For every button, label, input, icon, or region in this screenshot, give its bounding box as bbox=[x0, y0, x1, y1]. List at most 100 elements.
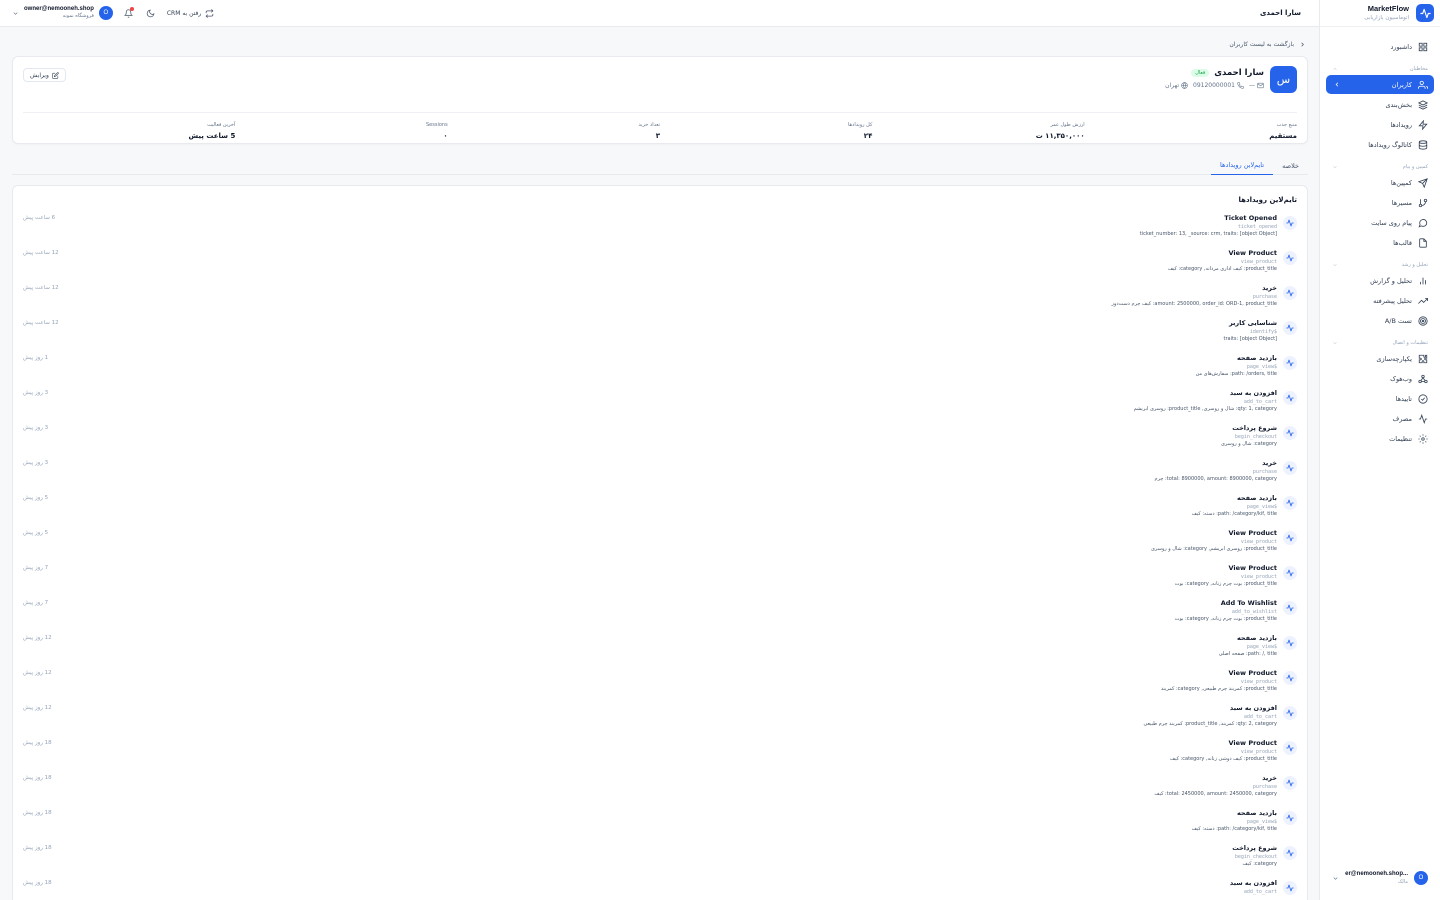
timeline-event[interactable]: خرید purchase amount: 2500000, order_id:… bbox=[23, 284, 1297, 320]
sidebar-item-onsite[interactable]: پیام روی سایت bbox=[1326, 213, 1434, 232]
sidebar-item-campaigns[interactable]: کمپین‌ها bbox=[1326, 173, 1434, 192]
stat-label: ارزش طول عمر bbox=[1050, 122, 1085, 128]
timeline-event[interactable]: بازدید صفحه $page_view path: /category/k… bbox=[23, 809, 1297, 845]
nav-section-settings[interactable]: تنظیمات و اتصال bbox=[1320, 331, 1440, 349]
sidebar-item-integrations[interactable]: یکپارچه‌سازی bbox=[1326, 349, 1434, 368]
event-properties: path: /, title: صفحه اصلی bbox=[1218, 650, 1277, 657]
sidebar-item-label: قالب‌ها bbox=[1393, 238, 1412, 247]
database-icon bbox=[1418, 139, 1428, 150]
timeline-event[interactable]: Add To Wishlist add_to_wishlist product_… bbox=[23, 599, 1297, 635]
activity-icon bbox=[1283, 216, 1297, 230]
timeline-event[interactable]: افزودن به سبد add_to_cart 18 روز پیش bbox=[23, 879, 1297, 900]
chevron-down-icon bbox=[1333, 166, 1337, 169]
sidebar-item-approvals[interactable]: تاییدها bbox=[1326, 389, 1434, 408]
crm-link-label: رفتن به CRM bbox=[166, 9, 202, 17]
timeline-event[interactable]: View Product view_product product_title:… bbox=[23, 739, 1297, 775]
sidebar-item-templates[interactable]: قالب‌ها bbox=[1326, 233, 1434, 252]
event-properties: path: /orders, title: سفارش‌های من bbox=[1195, 370, 1277, 377]
sidebar-user-email: ...er@nemooneh.shop bbox=[1345, 870, 1408, 877]
activity-icon bbox=[1283, 426, 1297, 440]
activity-icon bbox=[1283, 356, 1297, 370]
timeline-event[interactable]: View Product view_product product_title:… bbox=[23, 669, 1297, 705]
sidebar-item-reports[interactable]: تحلیل و گزارش bbox=[1326, 271, 1434, 290]
sidebar-item-advanced[interactable]: تحلیل پیشرفته bbox=[1326, 291, 1434, 310]
nav-section-audience[interactable]: مخاطبان bbox=[1320, 57, 1440, 75]
sidebar-item-dashboard[interactable]: داشبورد bbox=[1326, 37, 1434, 56]
timeline-list: Ticket Opened ticket_opened ticket_numbe… bbox=[23, 214, 1297, 900]
timeline-event[interactable]: افزودن به سبد add_to_cart qty: 1, catego… bbox=[23, 389, 1297, 425]
sidebar-item-event-catalog[interactable]: کاتالوگ رویدادها bbox=[1326, 135, 1434, 154]
event-properties: product_title: کیف اداری مردانه, categor… bbox=[1167, 265, 1277, 272]
event-code: view_product bbox=[1240, 573, 1277, 580]
event-name: شروع پرداخت bbox=[1232, 424, 1277, 432]
chevron-down-icon bbox=[1333, 876, 1338, 880]
chevron-down-icon bbox=[1333, 264, 1337, 267]
event-time: 7 روز پیش bbox=[23, 600, 49, 606]
stat-value: مستقیم bbox=[1269, 131, 1297, 140]
event-properties: category: شال و روسری bbox=[1220, 440, 1277, 447]
event-time: 1 روز پیش bbox=[23, 355, 49, 361]
page-title: سارا احمدی bbox=[1260, 9, 1301, 17]
tab-bar: خلاصه تایم‌لاین رویدادها bbox=[12, 156, 1308, 175]
event-name: Ticket Opened bbox=[1224, 214, 1277, 222]
event-properties: qty: 2, category: کمربند, product_title:… bbox=[1143, 720, 1277, 727]
event-properties: product_title: کیف دوشی زنانه, category:… bbox=[1169, 755, 1277, 762]
section-label: کمپین و پیام bbox=[1402, 164, 1428, 170]
back-to-users-link[interactable]: بازگشت به لیست کاربران bbox=[12, 39, 1308, 49]
event-name: افزودن به سبد bbox=[1229, 879, 1277, 887]
sidebar-item-usage[interactable]: مصرف bbox=[1326, 409, 1434, 428]
event-time: 5 روز پیش bbox=[23, 495, 49, 501]
event-properties: product_title: بوت چرم زنانه, category: … bbox=[1174, 615, 1277, 622]
sidebar-item-webhooks[interactable]: وب‌هوک bbox=[1326, 369, 1434, 388]
event-name: بازدید صفحه bbox=[1236, 494, 1277, 502]
user-city-value: تهران bbox=[1165, 82, 1179, 89]
user-email: — bbox=[1249, 82, 1264, 89]
user-email-value: — bbox=[1249, 82, 1255, 89]
timeline-event[interactable]: شروع پرداخت begin_checkout category: شال… bbox=[23, 424, 1297, 460]
sidebar-item-segments[interactable]: بخش‌بندی bbox=[1326, 95, 1434, 114]
event-name: View Product bbox=[1228, 739, 1278, 747]
timeline-event[interactable]: Ticket Opened ticket_opened ticket_numbe… bbox=[23, 214, 1297, 250]
nav-section-analytics[interactable]: تحلیل و رشد bbox=[1320, 253, 1440, 271]
brand[interactable]: MarketFlow اتوماسیون بازاریابی bbox=[1320, 0, 1440, 27]
stat-value: ۱۱,۳۵۰,۰۰۰ ت bbox=[1035, 131, 1085, 140]
timeline-event[interactable]: View Product view_product product_title:… bbox=[23, 249, 1297, 285]
timeline-event[interactable]: شناسایی کاربر $identify traits: [object … bbox=[23, 319, 1297, 355]
sidebar-item-events[interactable]: رویدادها bbox=[1326, 115, 1434, 134]
notifications-button[interactable] bbox=[123, 7, 135, 19]
back-link-label: بازگشت به لیست کاربران bbox=[1229, 40, 1294, 48]
timeline-event[interactable]: View Product view_product product_title:… bbox=[23, 564, 1297, 600]
sidebar-item-users[interactable]: کاربران bbox=[1326, 75, 1434, 94]
go-to-crm-link[interactable]: رفتن به CRM bbox=[166, 8, 214, 18]
nav-section-campaigns[interactable]: کمپین و پیام bbox=[1320, 155, 1440, 173]
sidebar-item-ab-test[interactable]: تست A/B bbox=[1326, 311, 1434, 330]
edit-button[interactable]: ویرایش bbox=[23, 68, 66, 82]
tab-summary[interactable]: خلاصه bbox=[1273, 156, 1308, 175]
sidebar-item-label: داشبورد bbox=[1390, 42, 1413, 51]
tab-timeline[interactable]: تایم‌لاین رویدادها bbox=[1211, 156, 1274, 175]
theme-toggle-button[interactable] bbox=[145, 7, 157, 19]
event-time: 12 ساعت پیش bbox=[23, 250, 59, 256]
sidebar-item-journeys[interactable]: مسیرها bbox=[1326, 193, 1434, 212]
topbar-user-menu[interactable]: O owner@nemooneh.shop فروشگاه نمونه bbox=[12, 6, 113, 20]
event-time: 18 روز پیش bbox=[23, 880, 52, 886]
sidebar-user-menu[interactable]: O ...er@nemooneh.shop مالک bbox=[1326, 864, 1434, 892]
timeline-event[interactable]: شروع پرداخت begin_checkout category: کیف… bbox=[23, 844, 1297, 880]
sidebar-item-label: تاییدها bbox=[1395, 394, 1412, 403]
timeline-event[interactable]: View Product view_product product_title:… bbox=[23, 529, 1297, 565]
avatar: O bbox=[1414, 871, 1428, 885]
timeline-event[interactable]: بازدید صفحه $page_view path: /category/k… bbox=[23, 494, 1297, 530]
stat-total-events: کل رویدادها ۲۴ bbox=[660, 122, 872, 140]
timeline-event[interactable]: خرید purchase total: 2450000, amount: 24… bbox=[23, 774, 1297, 810]
event-time: 18 روز پیش bbox=[23, 845, 52, 851]
timeline-event[interactable]: بازدید صفحه $page_view path: /orders, ti… bbox=[23, 354, 1297, 390]
timeline-event[interactable]: افزودن به سبد add_to_cart qty: 2, catego… bbox=[23, 704, 1297, 740]
stats-row: منبع جذب مستقیم ارزش طول عمر ۱۱,۳۵۰,۰۰۰ ت … bbox=[23, 112, 1297, 140]
timeline-event[interactable]: بازدید صفحه $page_view path: /, title: ص… bbox=[23, 634, 1297, 670]
sidebar-item-settings[interactable]: تنظیمات bbox=[1326, 429, 1434, 448]
activity-icon bbox=[1283, 846, 1297, 860]
timeline-event[interactable]: خرید purchase total: 8900000, amount: 89… bbox=[23, 459, 1297, 495]
event-time: 3 روز پیش bbox=[23, 425, 49, 431]
chevron-down-icon bbox=[13, 11, 18, 15]
sidebar-item-label: رویدادها bbox=[1390, 120, 1412, 129]
